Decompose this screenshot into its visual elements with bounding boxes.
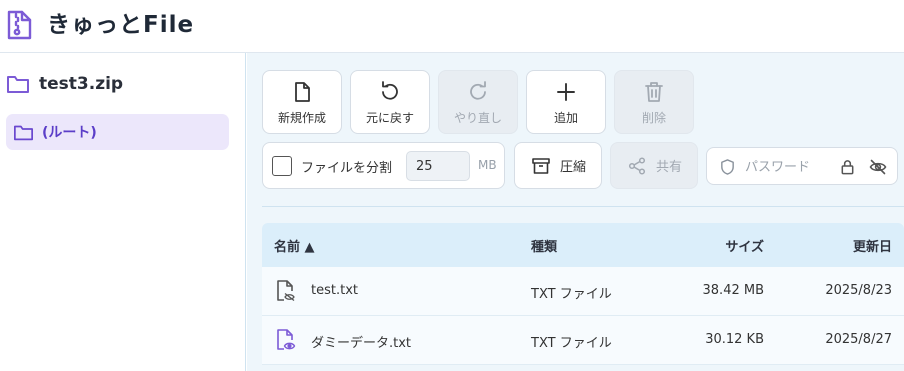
compress-label: 圧縮 — [560, 160, 587, 175]
split-unit: MB — [478, 158, 497, 172]
file-type: TXT ファイル — [531, 336, 612, 351]
file-hidden-icon — [277, 280, 295, 302]
share-label: 共有 — [656, 160, 683, 175]
delete-button[interactable]: 削除 — [614, 70, 694, 134]
file-size: 38.42 MB — [702, 283, 764, 298]
sidebar-item-label: (ルート) — [42, 125, 97, 141]
new-file-icon — [295, 82, 310, 102]
split-option: ファイルを分割 MB — [262, 142, 505, 189]
divider — [262, 206, 904, 207]
file-name: test.txt — [311, 283, 358, 298]
undo-icon — [382, 81, 398, 100]
password-field — [706, 147, 898, 185]
trash-icon — [645, 82, 663, 102]
lock-icon — [841, 160, 854, 175]
new-button[interactable]: 新規作成 — [262, 70, 342, 134]
column-name[interactable]: 名前 ▲ — [274, 236, 315, 255]
undo-label: 元に戻す — [365, 111, 414, 125]
add-label: 追加 — [553, 111, 578, 125]
folder-icon — [13, 125, 33, 140]
split-size-input[interactable] — [406, 151, 470, 181]
split-label: ファイルを分割 — [301, 161, 393, 176]
table-row[interactable]: test.txt TXT ファイル 38.42 MB 2025/8/23 — [262, 267, 904, 316]
undo-button[interactable]: 元に戻す — [350, 70, 430, 134]
file-table: 名前 ▲ 種類 サイズ 更新日 test.txt TXT ファイル 38.42 … — [262, 223, 904, 365]
archive-title: test3.zip — [6, 71, 123, 97]
password-input[interactable] — [745, 157, 829, 177]
sidebar: test3.zip (ルート) — [0, 53, 246, 371]
table-row[interactable]: ダミーデータ.txt TXT ファイル 30.12 KB 2025/8/27 — [262, 316, 904, 365]
file-size: 30.12 KB — [705, 332, 764, 347]
shield-icon — [721, 159, 734, 175]
sidebar-item-root[interactable]: (ルート) — [6, 114, 229, 150]
column-size[interactable]: サイズ — [725, 236, 764, 255]
split-checkbox[interactable] — [272, 156, 292, 176]
app-title: きゅっとFile — [47, 12, 195, 38]
file-date: 2025/8/23 — [825, 283, 892, 298]
file-type: TXT ファイル — [531, 287, 612, 302]
archive-box-icon — [532, 157, 550, 174]
column-date[interactable]: 更新日 — [853, 236, 892, 255]
archive-name: test3.zip — [39, 74, 124, 94]
delete-label: 削除 — [641, 111, 666, 125]
plus-icon — [557, 83, 575, 101]
share-button[interactable]: 共有 — [610, 142, 698, 189]
new-label: 新規作成 — [277, 111, 326, 125]
file-name: ダミーデータ.txt — [311, 336, 412, 351]
column-type[interactable]: 種類 — [531, 236, 557, 255]
table-header: 名前 ▲ 種類 サイズ 更新日 — [262, 223, 904, 267]
zip-file-icon — [7, 10, 32, 40]
eye-off-icon[interactable] — [869, 158, 887, 176]
redo-button[interactable]: やり直し — [438, 70, 518, 134]
app-header: きゅっとFile — [0, 0, 904, 53]
add-button[interactable]: 追加 — [526, 70, 606, 134]
share-icon — [628, 156, 646, 175]
file-visible-icon — [277, 329, 296, 350]
main-panel: 新規作成 元に戻す やり直し 追加 削除 ファイルを分割 MB 圧縮 — [247, 53, 904, 371]
folder-icon — [7, 76, 29, 93]
redo-label: やり直し — [453, 111, 502, 125]
redo-icon — [470, 81, 486, 100]
compress-button[interactable]: 圧縮 — [514, 142, 602, 189]
file-date: 2025/8/27 — [825, 332, 892, 347]
